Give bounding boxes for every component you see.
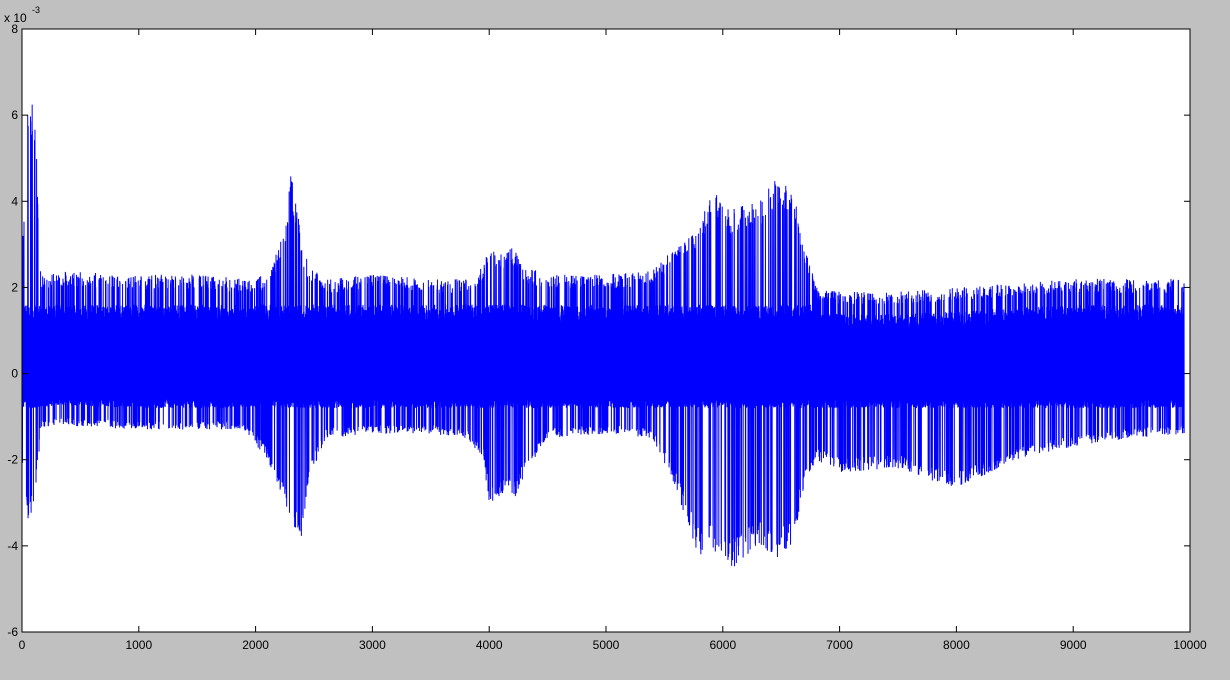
- x-tick-label: 2000: [242, 638, 269, 652]
- x-tick-label: 10000: [1173, 638, 1207, 652]
- x-tick-label: 1000: [125, 638, 152, 652]
- x-tick-label: 9000: [1060, 638, 1087, 652]
- x-tick-label: 6000: [709, 638, 736, 652]
- x-tick-label: 4000: [476, 638, 503, 652]
- line-chart: 0 1000 2000 3000 4000 5000 6000 7000 8000 9000 100…: [0, 0, 1230, 680]
- x-tick-label: 7000: [826, 638, 853, 652]
- y-tick-label: -2: [7, 453, 18, 467]
- x-tick-label: 8000: [943, 638, 970, 652]
- figure-window: 0 1000 2000 3000 4000 5000 6000 7000 8000 9000 100…: [0, 0, 1230, 680]
- y-tick-label: 4: [11, 194, 18, 208]
- y-tick-label: 0: [11, 367, 18, 381]
- y-exponent-base: x 10: [4, 11, 27, 25]
- y-exponent-power: -3: [32, 5, 40, 15]
- y-tick-label: -4: [7, 539, 18, 553]
- x-tick-label: 0: [19, 638, 26, 652]
- y-tick-label: 2: [11, 280, 18, 294]
- x-tick-label: 5000: [593, 638, 620, 652]
- x-tick-label: 3000: [359, 638, 386, 652]
- y-tick-label: -6: [7, 625, 18, 639]
- y-tick-label: 6: [11, 108, 18, 122]
